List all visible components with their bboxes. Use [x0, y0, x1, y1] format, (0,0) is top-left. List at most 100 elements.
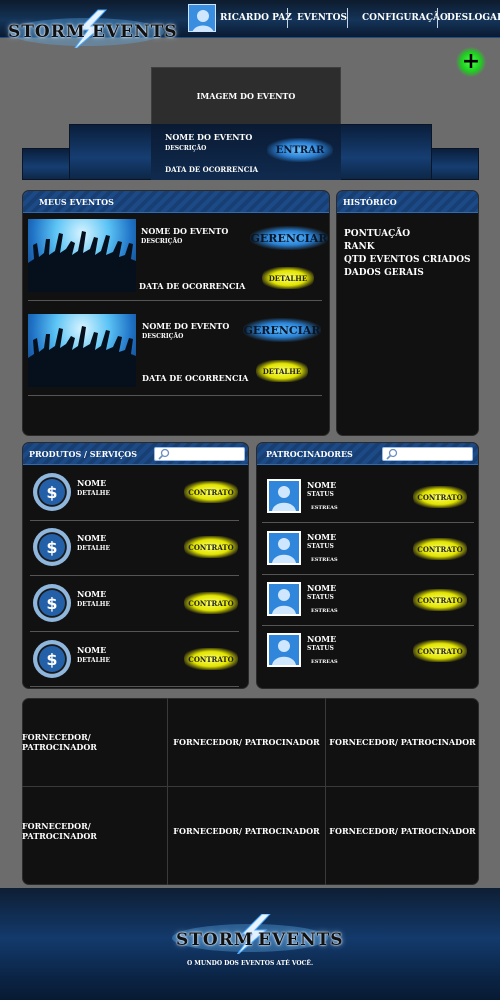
history-title: HISTÓRICO: [337, 191, 478, 213]
event-description: DESCRIÇÃO: [141, 238, 183, 245]
contract-button[interactable]: CONTRATO: [413, 589, 467, 611]
product-detail: DETALHE: [77, 490, 111, 497]
nav-item-deslogar[interactable]: DESLOGAR: [447, 4, 500, 32]
sponsor-status: STATUS: [307, 543, 334, 550]
footer-tagline: O MUNDO DOS EVENTOS ATÉ VOCÊ.: [186, 960, 314, 967]
list-divider: [30, 575, 239, 576]
hero-side-block: [340, 124, 432, 180]
logo-left-word: STORM: [176, 930, 254, 950]
hero-event-date: DATA DE OCORRENCIA: [165, 165, 259, 174]
list-divider: [28, 395, 322, 396]
nav-item-configuracao[interactable]: CONFIGURAÇÃO: [362, 4, 448, 32]
supplier-cell[interactable]: FORNECEDOR/ PATROCINADOR: [168, 698, 325, 786]
my-events-title: MEUS EVENTOS: [23, 191, 329, 213]
crowd-silhouette-icon: [28, 231, 136, 292]
product-detail: DETALHE: [77, 601, 111, 608]
contract-button[interactable]: CONTRATO: [413, 640, 467, 662]
event-description: DESCRIÇÃO: [142, 333, 184, 340]
sponsor-avatar[interactable]: [267, 633, 301, 667]
contract-button[interactable]: CONTRATO: [184, 592, 238, 614]
sponsor-avatar[interactable]: [267, 582, 301, 616]
user-icon: [272, 538, 296, 563]
sponsor-status: STATUS: [307, 491, 334, 498]
enter-button[interactable]: ENTRAR: [267, 138, 333, 162]
product-name: NOME: [77, 645, 107, 655]
sponsor-avatar[interactable]: [267, 479, 301, 513]
search-icon: [386, 448, 398, 460]
list-divider: [30, 686, 239, 687]
history-line: DADOS GERAIS: [344, 268, 424, 278]
user-icon: [272, 589, 296, 614]
contract-button[interactable]: CONTRATO: [184, 481, 238, 503]
supplier-cell[interactable]: FORNECEDOR/ PATROCINADOR: [168, 787, 325, 875]
supplier-cell[interactable]: FORNECEDOR/ PATROCINADOR: [326, 698, 479, 786]
event-image[interactable]: [28, 314, 136, 387]
contract-button[interactable]: CONTRATO: [184, 536, 238, 558]
nav-item-eventos[interactable]: EVENTOS: [297, 4, 347, 32]
user-name[interactable]: RICARDO PAZ: [220, 4, 292, 32]
product-detail: DETALHE: [77, 657, 111, 664]
sponsor-status: STATUS: [307, 594, 334, 601]
user-avatar[interactable]: [188, 4, 216, 32]
detail-button[interactable]: DETALHE: [256, 360, 308, 382]
event-date: DATA DE OCORRENCIA: [139, 281, 246, 291]
history-line: RANK: [344, 242, 375, 252]
sponsor-avatar[interactable]: [267, 531, 301, 565]
list-divider: [30, 631, 239, 632]
event-name: NOME DO EVENTO: [142, 321, 230, 331]
detail-button[interactable]: DETALHE: [262, 267, 314, 289]
user-icon: [192, 10, 214, 31]
contract-button[interactable]: CONTRATO: [413, 486, 467, 508]
list-divider: [262, 625, 474, 626]
sponsor-status: STATUS: [307, 645, 334, 652]
plus-icon: +: [461, 49, 481, 74]
sponsor-stars: ESTREAS: [311, 659, 338, 665]
hero-side-block: [431, 148, 479, 180]
event-image[interactable]: [28, 219, 136, 292]
user-icon: [272, 486, 296, 511]
product-detail: DETALHE: [77, 545, 111, 552]
manage-button[interactable]: GERENCIAR: [250, 226, 328, 250]
hero-event-name: NOME DO EVENTO: [165, 132, 253, 142]
logo-right-word: EVENTS: [92, 22, 178, 42]
contract-button[interactable]: CONTRATO: [184, 648, 238, 670]
storm-events-logo[interactable]: STORM EVENTS: [6, 8, 177, 48]
product-name: NOME: [77, 589, 107, 599]
sponsor-stars: ESTREAS: [311, 505, 338, 511]
event-image-placeholder[interactable]: IMAGEM DO EVENTO: [151, 67, 341, 125]
logo-right-word: EVENTS: [258, 930, 344, 950]
supplier-cell[interactable]: FORNECEDOR/ PATROCINADOR: [22, 787, 167, 875]
event-name: NOME DO EVENTO: [141, 226, 229, 236]
sponsor-name: NOME: [307, 532, 337, 542]
manage-button[interactable]: GERENCIAR: [243, 318, 321, 342]
sponsor-stars: ESTREAS: [311, 557, 338, 563]
footer-logo[interactable]: STORM EVENTS: [170, 914, 343, 954]
history-line: QTD EVENTOS CRIADOS: [344, 255, 471, 265]
list-divider: [262, 522, 474, 523]
add-event-button[interactable]: +: [456, 47, 486, 77]
product-name: NOME: [77, 533, 107, 543]
dollar-icon: $: [33, 473, 71, 511]
sponsor-name: NOME: [307, 634, 337, 644]
event-date: DATA DE OCORRENCIA: [142, 373, 249, 383]
supplier-cell[interactable]: FORNECEDOR/ PATROCINADOR: [22, 698, 167, 786]
hero-side-block: [22, 148, 70, 180]
product-name: NOME: [77, 478, 107, 488]
sponsors-search-input[interactable]: [382, 447, 473, 461]
list-divider: [262, 574, 474, 575]
dollar-icon: $: [33, 528, 71, 566]
hero-event-description: DESCRIÇÃO: [165, 145, 207, 152]
nav-divider: [287, 8, 288, 28]
crowd-silhouette-icon: [28, 326, 136, 387]
hero-side-block: [69, 124, 152, 180]
nav-divider: [347, 8, 348, 28]
dollar-icon: $: [33, 640, 71, 678]
history-panel: HISTÓRICO: [336, 190, 479, 436]
sponsor-stars: ESTREAS: [311, 608, 338, 614]
sponsor-name: NOME: [307, 480, 337, 490]
logo-left-word: STORM: [8, 22, 86, 42]
supplier-cell[interactable]: FORNECEDOR/ PATROCINADOR: [326, 787, 479, 875]
contract-button[interactable]: CONTRATO: [413, 538, 467, 560]
list-divider: [30, 520, 239, 521]
products-search-input[interactable]: [154, 447, 245, 461]
